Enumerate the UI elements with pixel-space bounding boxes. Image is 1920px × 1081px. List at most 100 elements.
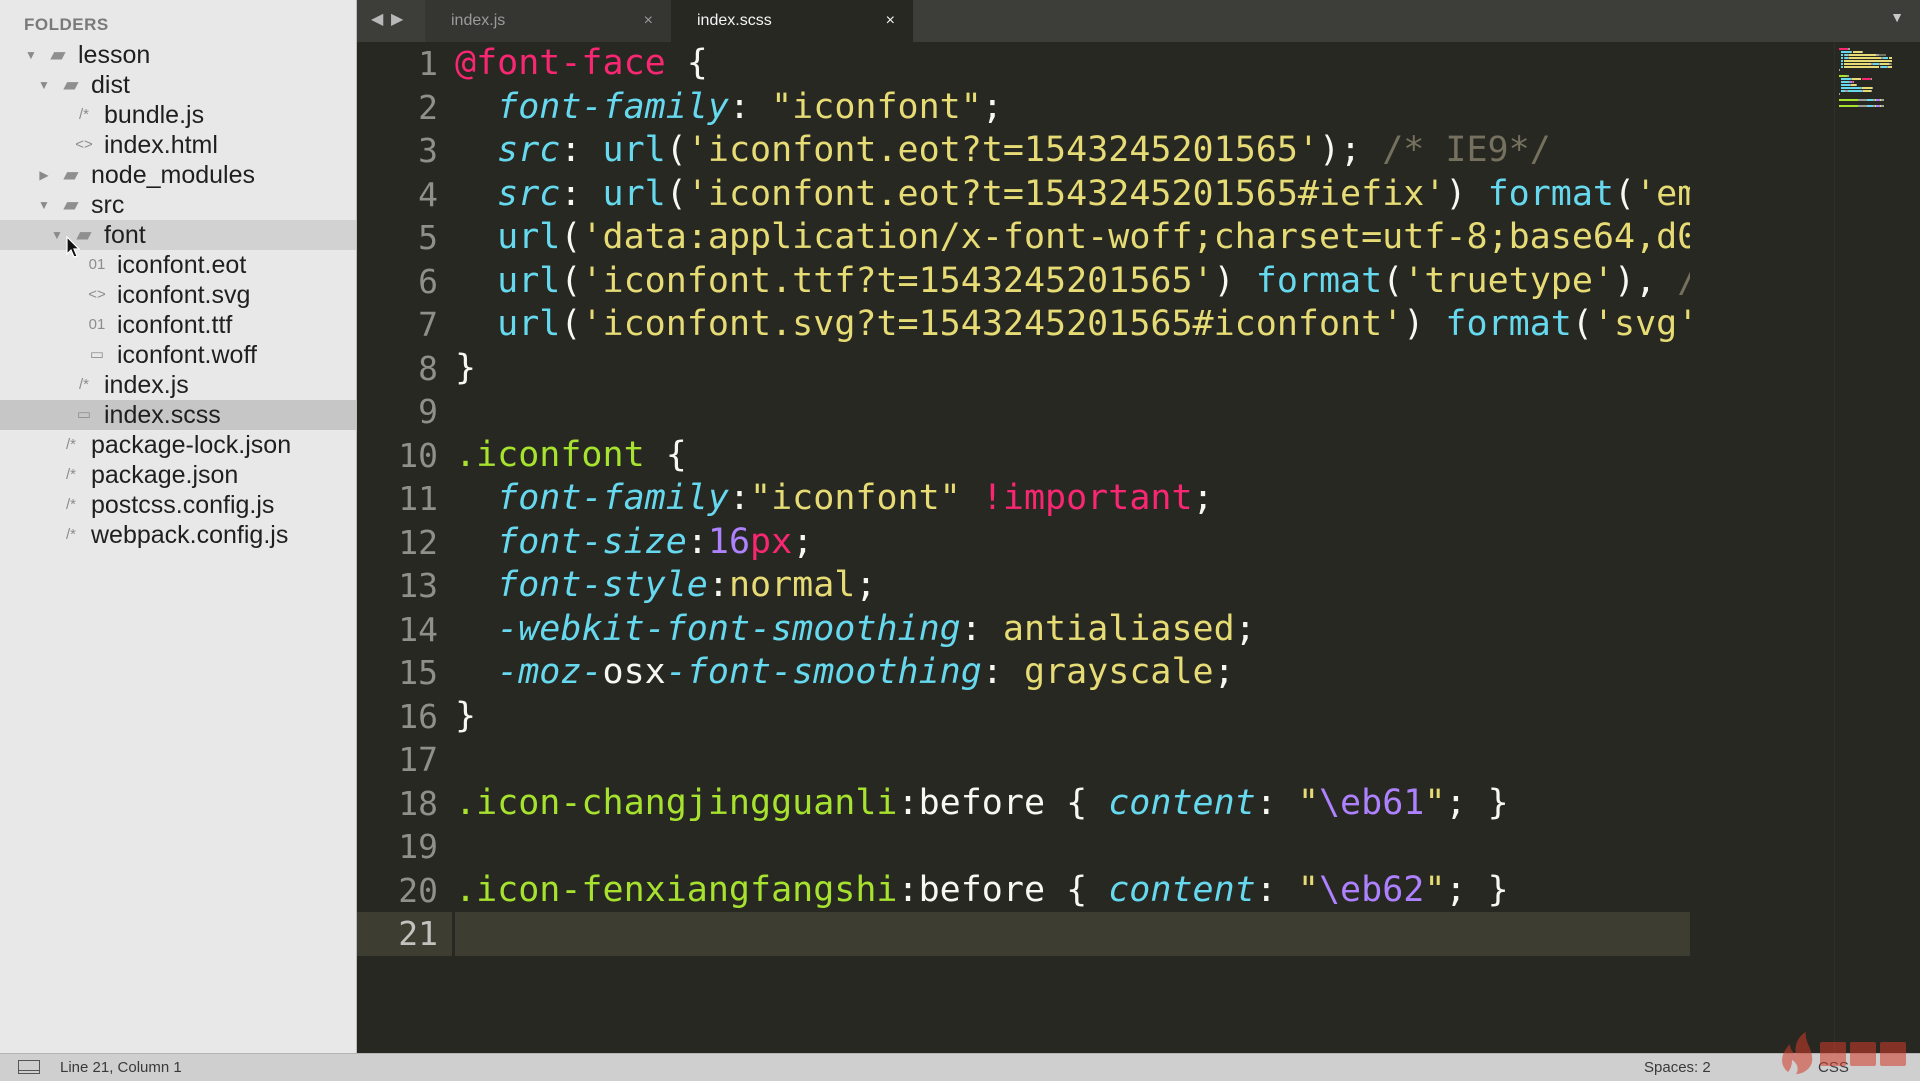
tree-file[interactable]: <> index.html xyxy=(0,130,356,160)
code-token: ; } xyxy=(1445,782,1509,823)
code-line[interactable] xyxy=(455,738,1690,782)
minimap-line xyxy=(1879,63,1889,65)
line-number: 11 xyxy=(398,479,438,518)
cursor-position: Line 21, Column 1 xyxy=(60,1059,182,1076)
code-token: \eb62 xyxy=(1318,869,1425,910)
code-line[interactable] xyxy=(455,912,1690,956)
code-token: " xyxy=(1297,869,1319,910)
tree-file[interactable]: /* webpack.config.js xyxy=(0,520,356,550)
expand-arrow-right-icon[interactable]: ▶ xyxy=(37,160,51,190)
previous-tab-arrow-icon[interactable]: ◀ xyxy=(371,9,383,29)
minimap-line xyxy=(1840,84,1850,86)
expand-arrow-down-icon[interactable]: ▼ xyxy=(37,190,51,220)
code-token: format xyxy=(1445,304,1572,344)
code-line[interactable]: .iconfont { xyxy=(455,434,1690,478)
code-token: 'truetype' xyxy=(1403,260,1614,301)
line-number: 21 xyxy=(357,912,452,956)
code-token: ( xyxy=(560,304,582,344)
tree-file[interactable]: /* package.json xyxy=(0,460,356,490)
code-line[interactable] xyxy=(455,390,1690,434)
tree-folder-lesson[interactable]: ▼ ▰ lesson xyxy=(0,40,356,70)
code-line[interactable]: src: url('iconfont.eot?t=1543245201565')… xyxy=(455,129,1690,173)
js-file-icon: /* xyxy=(78,106,89,123)
code-line[interactable]: @font-face { xyxy=(455,42,1690,86)
tree-item-label: lesson xyxy=(78,41,151,69)
line-number: 1 xyxy=(418,44,438,83)
code-token: ; } xyxy=(1445,869,1509,910)
tree-file[interactable]: <> iconfont.svg xyxy=(0,280,356,310)
tree-file[interactable]: ▭ index.scss xyxy=(0,400,356,430)
code-line[interactable]: src: url('iconfont.eot?t=1543245201565#i… xyxy=(455,173,1690,217)
code-token: -moz- xyxy=(497,652,603,692)
close-tab-icon[interactable]: × xyxy=(644,0,653,42)
code-line[interactable]: .icon-changjingguanli:before { content: … xyxy=(455,782,1690,826)
code-line[interactable]: font-family:"iconfont" !important; xyxy=(455,477,1690,521)
tab-index-scss[interactable]: index.scss × xyxy=(671,0,913,42)
line-number: 16 xyxy=(398,696,438,736)
line-number: 4 xyxy=(418,174,438,214)
tree-folder-node_modules[interactable]: ▶ ▰ node_modules xyxy=(0,160,356,190)
code-line[interactable]: .icon-fenxiangfangshi:before { content: … xyxy=(455,869,1690,913)
mouse-cursor-icon xyxy=(66,236,80,258)
tab-overflow-chevron-down-icon[interactable]: ▼ xyxy=(1890,9,1904,25)
code-token: url xyxy=(602,130,666,170)
tree-item-label: font xyxy=(104,221,146,249)
tree-file[interactable]: /* package-lock.json xyxy=(0,430,356,460)
code-token: : xyxy=(560,173,603,214)
code-token: src xyxy=(497,130,561,170)
code-line[interactable]: font-size:16px; xyxy=(455,521,1690,565)
line-number: 14 xyxy=(398,609,438,649)
tree-file[interactable]: 01 iconfont.eot xyxy=(0,250,356,280)
code-line[interactable]: font-family: "iconfont"; xyxy=(455,86,1690,130)
code-line[interactable]: url('data:application/x-font-woff;charse… xyxy=(455,216,1690,260)
tree-item-label: src xyxy=(91,191,125,219)
code-line[interactable]: font-style:normal; xyxy=(455,564,1690,608)
code-line[interactable]: -moz-osx-font-smoothing: grayscale; xyxy=(455,651,1690,695)
minimap-line xyxy=(1861,78,1871,80)
code-line[interactable]: url('iconfont.svg?t=1543245201565#iconfo… xyxy=(455,303,1690,347)
code-line[interactable]: -webkit-font-smoothing: antialiased; xyxy=(455,608,1690,652)
tree-file[interactable]: /* index.js xyxy=(0,370,356,400)
close-tab-icon[interactable]: × xyxy=(886,0,895,42)
tree-file[interactable]: /* postcss.config.js xyxy=(0,490,356,520)
code-token: ) xyxy=(1445,173,1488,214)
tree-file[interactable]: 01 iconfont.ttf xyxy=(0,310,356,340)
expand-arrow-down-icon[interactable]: ▼ xyxy=(37,70,51,100)
code-token: ; xyxy=(855,565,877,605)
tree-folder-font[interactable]: ▼ ▰ font xyxy=(0,220,356,250)
line-number: 13 xyxy=(398,566,438,605)
code-line[interactable]: url('iconfont.ttf?t=1543245201565') form… xyxy=(455,260,1690,304)
js-file-icon: /* xyxy=(65,466,76,483)
code-token: ; xyxy=(792,521,814,562)
minimap-line xyxy=(1861,51,1863,53)
line-number: 15 xyxy=(398,653,438,692)
status-bar: Line 21, Column 1 Spaces: 2 CSS xyxy=(0,1053,1920,1081)
minimap-line xyxy=(1857,99,1867,101)
tree-item-label: node_modules xyxy=(91,161,256,189)
code-line[interactable] xyxy=(455,825,1690,869)
code-line[interactable]: } xyxy=(455,695,1690,739)
minimap[interactable] xyxy=(1834,42,1920,1053)
expand-arrow-down-icon[interactable]: ▼ xyxy=(50,220,64,250)
indentation-setting[interactable]: Spaces: 2 xyxy=(1644,1054,1711,1081)
code-token: antialiased xyxy=(1002,608,1235,649)
tree-folder-src[interactable]: ▼ ▰ src xyxy=(0,190,356,220)
code-token: url xyxy=(602,173,666,214)
next-tab-arrow-icon[interactable]: ▶ xyxy=(391,9,403,29)
tab-index-js[interactable]: index.js × xyxy=(425,0,671,42)
line-number: 2 xyxy=(418,87,438,127)
tree-folder-dist[interactable]: ▼ ▰ dist xyxy=(0,70,356,100)
code-area[interactable]: @font-face { font-family: "iconfont"; sr… xyxy=(455,42,1690,956)
code-editor[interactable]: 1 2 3 4 5 6 7 8 9 10 11 12 13 14 15 16 17 18 19 20 21 @font-… xyxy=(357,42,1920,1053)
tree-item-label: iconfont.ttf xyxy=(117,311,233,339)
tree-file[interactable]: /* bundle.js xyxy=(0,100,356,130)
code-line[interactable]: } xyxy=(455,347,1690,391)
panel-toggle-icon[interactable] xyxy=(18,1060,40,1074)
expand-arrow-down-icon[interactable]: ▼ xyxy=(24,40,38,70)
tree-item-label: index.js xyxy=(104,371,189,399)
code-token: osx xyxy=(602,652,666,692)
tree-file[interactable]: ▭ iconfont.woff xyxy=(0,340,356,370)
tree-item-label: iconfont.woff xyxy=(117,341,257,369)
code-token: "iconfont" xyxy=(771,86,982,127)
